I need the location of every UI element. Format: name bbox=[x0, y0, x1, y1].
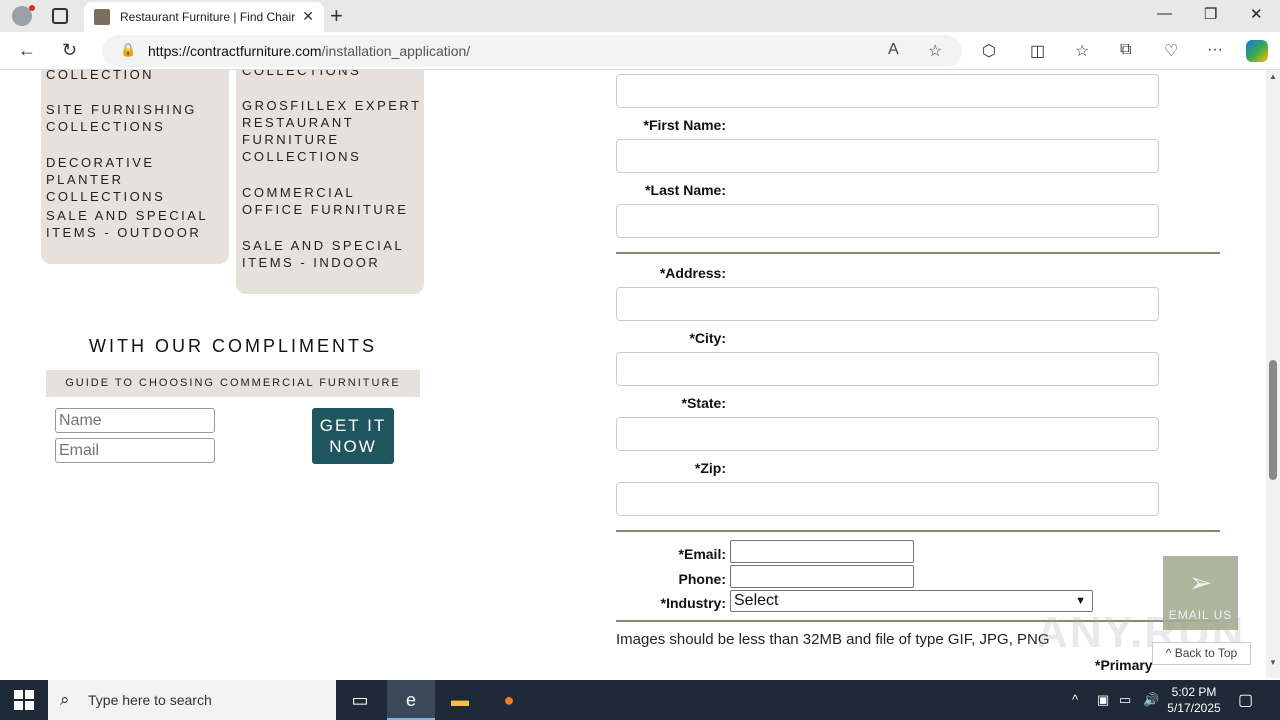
tab-actions-icon[interactable] bbox=[52, 8, 68, 24]
maximize-button[interactable]: ❐ bbox=[1204, 5, 1217, 23]
task-view-icon[interactable]: ▭ bbox=[336, 680, 384, 720]
form-field-top[interactable] bbox=[616, 74, 1159, 108]
email-us-label: EMAIL US bbox=[1168, 608, 1233, 622]
zip-label: *Zip: bbox=[694, 460, 726, 476]
guide-email-input[interactable] bbox=[55, 438, 215, 463]
phone-input[interactable] bbox=[730, 565, 914, 588]
clock-time: 5:02 PM bbox=[1171, 685, 1217, 699]
guide-title: GUIDE TO CHOOSING COMMERCIAL FURNITURE bbox=[46, 370, 420, 397]
notification-dot bbox=[29, 5, 35, 11]
scroll-down-icon[interactable]: ▼ bbox=[1269, 658, 1277, 667]
refresh-icon[interactable]: ↻ bbox=[62, 40, 77, 61]
email-us-button[interactable]: ➢ EMAIL US bbox=[1163, 556, 1238, 630]
email-label: *Email: bbox=[678, 546, 726, 562]
split-screen-icon[interactable]: ◫ bbox=[1030, 41, 1045, 61]
images-note: Images should be less than 32MB and file… bbox=[616, 631, 1050, 648]
address-input[interactable] bbox=[616, 287, 1159, 321]
network-icon[interactable]: ▭ bbox=[1119, 692, 1131, 708]
menu-item-office-furniture[interactable]: COMMERCIAL OFFICE FURNITURE bbox=[242, 184, 422, 218]
first-name-input[interactable] bbox=[616, 139, 1159, 173]
web-page: COLLECTION SITE FURNISHING COLLECTIONS D… bbox=[0, 70, 1280, 678]
read-aloud-icon[interactable]: A bbox=[888, 41, 899, 59]
industry-selected-value: Select bbox=[734, 592, 779, 609]
city-label: *City: bbox=[689, 330, 726, 346]
state-input[interactable] bbox=[616, 417, 1159, 451]
notification-center-icon[interactable]: ▢ bbox=[1238, 690, 1253, 710]
browser-tab[interactable]: Restaurant Furniture | Find Chairs ✕ bbox=[84, 2, 324, 32]
industry-label: *Industry: bbox=[660, 595, 726, 611]
menu-item-sale-outdoor[interactable]: SALE AND SPECIAL ITEMS - OUTDOOR bbox=[46, 207, 226, 241]
url-text: https://contractfurniture.com/installati… bbox=[148, 43, 470, 59]
meet-now-icon[interactable]: ▣ bbox=[1097, 692, 1109, 708]
firefox-icon[interactable]: ● bbox=[485, 680, 533, 720]
menu-item-sale-indoor[interactable]: SALE AND SPECIAL ITEMS - INDOOR bbox=[242, 237, 422, 271]
scroll-thumb[interactable] bbox=[1269, 360, 1277, 480]
address-label: *Address: bbox=[659, 265, 726, 281]
search-icon: ⌕ bbox=[60, 690, 70, 709]
email-input[interactable] bbox=[730, 540, 914, 563]
clock-date: 5/17/2025 bbox=[1167, 701, 1221, 715]
menu-item-site-furnishing[interactable]: SITE FURNISHING COLLECTIONS bbox=[46, 101, 226, 135]
new-tab-button[interactable]: + bbox=[330, 3, 343, 29]
menu-item-grosfillex[interactable]: GROSFILLEX EXPERT RESTAURANT FURNITURE C… bbox=[242, 97, 422, 165]
taskbar-search-placeholder: Type here to search bbox=[88, 692, 212, 708]
zip-input[interactable] bbox=[616, 482, 1159, 516]
scroll-up-icon[interactable]: ▲ bbox=[1269, 72, 1277, 81]
guide-name-input[interactable] bbox=[55, 408, 215, 433]
windows-taskbar: ⌕ Type here to search ▭ e ▬ ● ^ ▣ ▭ 🔊 5:… bbox=[0, 680, 1280, 720]
copilot-icon[interactable] bbox=[1246, 40, 1268, 62]
paper-plane-icon: ➢ bbox=[1188, 567, 1213, 598]
minimize-button[interactable]: — bbox=[1157, 5, 1172, 22]
browser-toolbar: ← ↻ 🔒 https://contractfurniture.com/inst… bbox=[0, 32, 1280, 70]
last-name-input[interactable] bbox=[616, 204, 1159, 238]
address-bar[interactable]: 🔒 https://contractfurniture.com/installa… bbox=[102, 35, 962, 67]
volume-icon[interactable]: 🔊 bbox=[1143, 692, 1159, 708]
menu-item-decorative-planter[interactable]: DECORATIVE PLANTER COLLECTIONS bbox=[46, 154, 226, 205]
back-to-top-button[interactable]: ^ Back to Top bbox=[1152, 642, 1251, 665]
back-arrow-icon[interactable]: ← bbox=[18, 40, 36, 61]
url-path: /installation_application/ bbox=[321, 43, 471, 59]
phone-label: Phone: bbox=[678, 571, 726, 587]
windows-start-icon[interactable] bbox=[14, 690, 34, 710]
browser-tab-strip: Restaurant Furniture | Find Chairs ✕ + —… bbox=[0, 0, 1280, 32]
settings-more-icon[interactable]: ··· bbox=[1207, 41, 1223, 59]
url-domain: https://contractfurniture.com bbox=[148, 43, 322, 59]
city-input[interactable] bbox=[616, 352, 1159, 386]
tray-overflow-icon[interactable]: ^ bbox=[1072, 692, 1078, 707]
get-it-now-button[interactable]: GET IT NOW bbox=[312, 408, 394, 464]
favorite-star-icon[interactable]: ☆ bbox=[928, 41, 942, 61]
favicon-icon bbox=[94, 9, 110, 25]
file-explorer-icon[interactable]: ▬ bbox=[436, 680, 484, 720]
tab-close-icon[interactable]: ✕ bbox=[302, 8, 314, 25]
favorites-icon[interactable]: ☆ bbox=[1075, 41, 1089, 61]
taskbar-clock[interactable]: 5:02 PM 5/17/2025 bbox=[1162, 684, 1226, 716]
taskbar-search-box[interactable]: ⌕ Type here to search bbox=[48, 680, 336, 720]
menu-item-collections[interactable]: COLLECTIONS bbox=[242, 70, 422, 79]
first-name-label: *First Name: bbox=[643, 117, 726, 133]
menu-item-collection[interactable]: COLLECTION bbox=[46, 70, 226, 83]
lock-icon[interactable]: 🔒 bbox=[120, 42, 136, 58]
primary-label: *Primary bbox=[1095, 657, 1153, 673]
last-name-label: *Last Name: bbox=[645, 182, 726, 198]
edge-browser-icon[interactable]: e bbox=[387, 680, 435, 720]
compliments-heading: WITH OUR COMPLIMENTS bbox=[89, 336, 377, 356]
section-divider bbox=[616, 530, 1220, 532]
state-label: *State: bbox=[681, 395, 726, 411]
section-divider bbox=[616, 252, 1220, 254]
tab-title: Restaurant Furniture | Find Chairs bbox=[120, 10, 296, 24]
extensions-icon[interactable]: ⬡ bbox=[982, 41, 996, 61]
collections-icon[interactable]: ⧉ bbox=[1120, 41, 1131, 59]
performance-icon[interactable]: ♡ bbox=[1164, 41, 1178, 61]
page-scrollbar[interactable]: ▲ ▼ bbox=[1266, 70, 1280, 678]
close-window-button[interactable]: ✕ bbox=[1250, 5, 1263, 23]
